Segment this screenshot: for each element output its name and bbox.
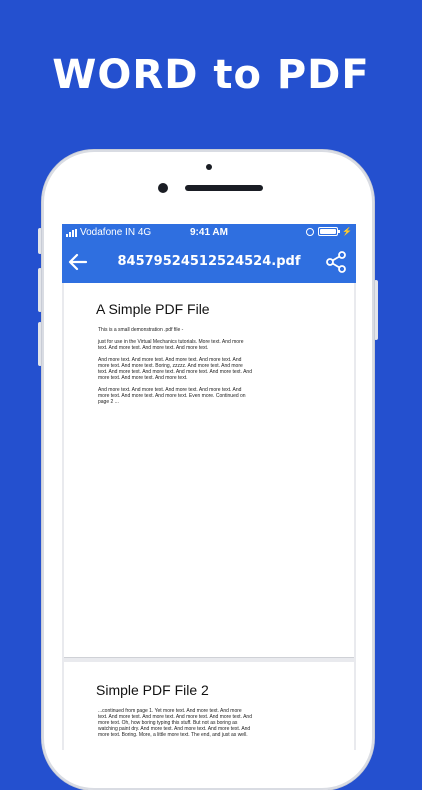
pdf-page-1[interactable]: A Simple PDF File This is a small demons…: [64, 283, 354, 657]
status-bar: Vodafone IN 4G 9:41 AM ⚡: [62, 224, 356, 242]
page1-paragraph: just for use in the Virtual Mechanics tu…: [98, 339, 244, 351]
phone-power-button: [374, 280, 378, 340]
status-right: ⚡: [306, 227, 352, 236]
page-divider: [64, 657, 354, 658]
page1-paragraph: And more text. And more text. And more t…: [98, 357, 252, 381]
promo-headline: WORD to PDF: [52, 52, 370, 98]
page1-title: A Simple PDF File: [96, 301, 210, 317]
back-arrow-icon[interactable]: [66, 250, 90, 274]
page1-paragraph: And more text. And more text. And more t…: [98, 387, 246, 405]
page2-paragraph: ...continued from page 1. Yet more text.…: [98, 708, 252, 738]
rotation-lock-icon: [306, 227, 315, 236]
phone-sensor: [206, 164, 212, 170]
phone-screen: Vodafone IN 4G 9:41 AM ⚡ 845795245125245…: [62, 224, 356, 750]
file-title: 84579524512524524.pdf: [117, 254, 301, 269]
pdf-page-2[interactable]: Simple PDF File 2 ...continued from page…: [64, 662, 354, 750]
page1-paragraph: This is a small demonstration .pdf file …: [98, 327, 184, 333]
page2-title: Simple PDF File 2: [96, 682, 209, 698]
phone-speaker: [185, 185, 263, 191]
share-icon[interactable]: [324, 250, 348, 274]
app-bar: 84579524512524524.pdf: [62, 242, 356, 283]
battery-icon: [318, 227, 341, 236]
phone-camera: [158, 183, 168, 193]
charging-icon: ⚡: [342, 227, 352, 236]
